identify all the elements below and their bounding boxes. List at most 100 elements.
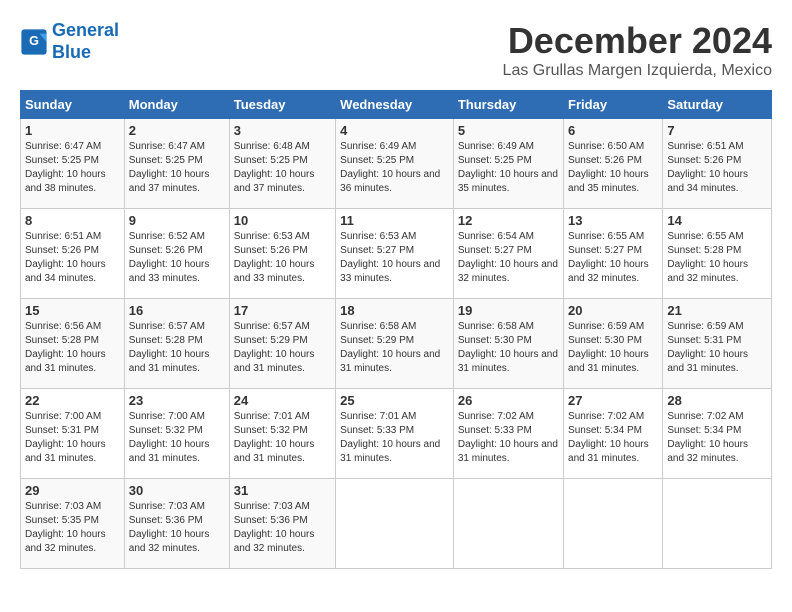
day-info: Sunrise: 7:03 AM Sunset: 5:35 PM Dayligh… [25, 500, 120, 556]
day-info: Sunrise: 6:47 AM Sunset: 5:25 PM Dayligh… [129, 140, 225, 196]
day-info: Sunrise: 6:55 AM Sunset: 5:27 PM Dayligh… [568, 230, 658, 286]
day-number: 19 [458, 303, 559, 318]
day-info: Sunrise: 6:57 AM Sunset: 5:29 PM Dayligh… [234, 320, 331, 376]
day-number: 16 [129, 303, 225, 318]
calendar-cell-1-2: 2 Sunrise: 6:47 AM Sunset: 5:25 PM Dayli… [124, 119, 229, 209]
day-info: Sunrise: 6:51 AM Sunset: 5:26 PM Dayligh… [25, 230, 120, 286]
day-info: Sunrise: 6:59 AM Sunset: 5:30 PM Dayligh… [568, 320, 658, 376]
day-info: Sunrise: 7:02 AM Sunset: 5:33 PM Dayligh… [458, 410, 559, 466]
day-info: Sunrise: 6:58 AM Sunset: 5:29 PM Dayligh… [340, 320, 449, 376]
calendar-cell-5-1: 29 Sunrise: 7:03 AM Sunset: 5:35 PM Dayl… [21, 479, 125, 569]
calendar-cell-5-5 [453, 479, 563, 569]
weekday-header-wednesday: Wednesday [336, 91, 454, 119]
calendar-cell-1-7: 7 Sunrise: 6:51 AM Sunset: 5:26 PM Dayli… [663, 119, 772, 209]
day-info: Sunrise: 6:47 AM Sunset: 5:25 PM Dayligh… [25, 140, 120, 196]
svg-text:G: G [29, 33, 39, 47]
weekday-header-row: SundayMondayTuesdayWednesdayThursdayFrid… [21, 91, 772, 119]
day-info: Sunrise: 7:01 AM Sunset: 5:33 PM Dayligh… [340, 410, 449, 466]
calendar-cell-1-4: 4 Sunrise: 6:49 AM Sunset: 5:25 PM Dayli… [336, 119, 454, 209]
calendar-cell-4-3: 24 Sunrise: 7:01 AM Sunset: 5:32 PM Dayl… [229, 389, 335, 479]
logo-general: General [52, 20, 119, 40]
calendar-cell-4-6: 27 Sunrise: 7:02 AM Sunset: 5:34 PM Dayl… [564, 389, 663, 479]
weekday-header-friday: Friday [564, 91, 663, 119]
day-number: 10 [234, 213, 331, 228]
location-subtitle: Las Grullas Margen Izquierda, Mexico [503, 62, 772, 80]
calendar-cell-2-5: 12 Sunrise: 6:54 AM Sunset: 5:27 PM Dayl… [453, 209, 563, 299]
day-number: 29 [25, 483, 120, 498]
day-number: 15 [25, 303, 120, 318]
calendar-cell-3-4: 18 Sunrise: 6:58 AM Sunset: 5:29 PM Dayl… [336, 299, 454, 389]
day-info: Sunrise: 6:49 AM Sunset: 5:25 PM Dayligh… [340, 140, 449, 196]
day-number: 31 [234, 483, 331, 498]
calendar-cell-1-6: 6 Sunrise: 6:50 AM Sunset: 5:26 PM Dayli… [564, 119, 663, 209]
day-number: 25 [340, 393, 449, 408]
calendar-week-2: 8 Sunrise: 6:51 AM Sunset: 5:26 PM Dayli… [21, 209, 772, 299]
weekday-header-sunday: Sunday [21, 91, 125, 119]
day-number: 17 [234, 303, 331, 318]
day-number: 1 [25, 123, 120, 138]
calendar-cell-3-5: 19 Sunrise: 6:58 AM Sunset: 5:30 PM Dayl… [453, 299, 563, 389]
day-number: 12 [458, 213, 559, 228]
day-info: Sunrise: 6:52 AM Sunset: 5:26 PM Dayligh… [129, 230, 225, 286]
day-info: Sunrise: 6:50 AM Sunset: 5:26 PM Dayligh… [568, 140, 658, 196]
calendar-cell-4-5: 26 Sunrise: 7:02 AM Sunset: 5:33 PM Dayl… [453, 389, 563, 479]
calendar-cell-3-7: 21 Sunrise: 6:59 AM Sunset: 5:31 PM Dayl… [663, 299, 772, 389]
calendar-cell-2-2: 9 Sunrise: 6:52 AM Sunset: 5:26 PM Dayli… [124, 209, 229, 299]
day-number: 2 [129, 123, 225, 138]
logo-blue: Blue [52, 42, 91, 62]
day-number: 7 [667, 123, 767, 138]
day-info: Sunrise: 6:48 AM Sunset: 5:25 PM Dayligh… [234, 140, 331, 196]
calendar-cell-5-3: 31 Sunrise: 7:03 AM Sunset: 5:36 PM Dayl… [229, 479, 335, 569]
calendar-week-3: 15 Sunrise: 6:56 AM Sunset: 5:28 PM Dayl… [21, 299, 772, 389]
day-number: 30 [129, 483, 225, 498]
calendar-cell-1-5: 5 Sunrise: 6:49 AM Sunset: 5:25 PM Dayli… [453, 119, 563, 209]
weekday-header-thursday: Thursday [453, 91, 563, 119]
calendar-cell-2-6: 13 Sunrise: 6:55 AM Sunset: 5:27 PM Dayl… [564, 209, 663, 299]
header: G General Blue December 2024 Las Grullas… [20, 20, 772, 80]
day-number: 3 [234, 123, 331, 138]
day-number: 23 [129, 393, 225, 408]
day-info: Sunrise: 6:56 AM Sunset: 5:28 PM Dayligh… [25, 320, 120, 376]
day-info: Sunrise: 7:01 AM Sunset: 5:32 PM Dayligh… [234, 410, 331, 466]
calendar-cell-4-4: 25 Sunrise: 7:01 AM Sunset: 5:33 PM Dayl… [336, 389, 454, 479]
day-number: 18 [340, 303, 449, 318]
day-number: 21 [667, 303, 767, 318]
calendar-cell-3-3: 17 Sunrise: 6:57 AM Sunset: 5:29 PM Dayl… [229, 299, 335, 389]
day-number: 4 [340, 123, 449, 138]
calendar-cell-5-4 [336, 479, 454, 569]
calendar-cell-5-6 [564, 479, 663, 569]
calendar-cell-4-7: 28 Sunrise: 7:02 AM Sunset: 5:34 PM Dayl… [663, 389, 772, 479]
calendar-cell-5-2: 30 Sunrise: 7:03 AM Sunset: 5:36 PM Dayl… [124, 479, 229, 569]
day-number: 5 [458, 123, 559, 138]
day-number: 22 [25, 393, 120, 408]
weekday-header-monday: Monday [124, 91, 229, 119]
logo-icon: G [20, 28, 48, 56]
day-number: 27 [568, 393, 658, 408]
day-number: 11 [340, 213, 449, 228]
logo: G General Blue [20, 20, 119, 63]
calendar-cell-3-6: 20 Sunrise: 6:59 AM Sunset: 5:30 PM Dayl… [564, 299, 663, 389]
calendar-cell-2-7: 14 Sunrise: 6:55 AM Sunset: 5:28 PM Dayl… [663, 209, 772, 299]
day-number: 24 [234, 393, 331, 408]
day-info: Sunrise: 7:02 AM Sunset: 5:34 PM Dayligh… [568, 410, 658, 466]
day-number: 13 [568, 213, 658, 228]
calendar-table: SundayMondayTuesdayWednesdayThursdayFrid… [20, 90, 772, 569]
day-number: 6 [568, 123, 658, 138]
calendar-week-1: 1 Sunrise: 6:47 AM Sunset: 5:25 PM Dayli… [21, 119, 772, 209]
calendar-cell-2-3: 10 Sunrise: 6:53 AM Sunset: 5:26 PM Dayl… [229, 209, 335, 299]
calendar-cell-2-1: 8 Sunrise: 6:51 AM Sunset: 5:26 PM Dayli… [21, 209, 125, 299]
calendar-cell-4-1: 22 Sunrise: 7:00 AM Sunset: 5:31 PM Dayl… [21, 389, 125, 479]
day-number: 26 [458, 393, 559, 408]
day-number: 14 [667, 213, 767, 228]
day-number: 9 [129, 213, 225, 228]
day-info: Sunrise: 6:51 AM Sunset: 5:26 PM Dayligh… [667, 140, 767, 196]
day-number: 28 [667, 393, 767, 408]
day-info: Sunrise: 6:49 AM Sunset: 5:25 PM Dayligh… [458, 140, 559, 196]
day-info: Sunrise: 7:03 AM Sunset: 5:36 PM Dayligh… [129, 500, 225, 556]
calendar-cell-3-2: 16 Sunrise: 6:57 AM Sunset: 5:28 PM Dayl… [124, 299, 229, 389]
day-info: Sunrise: 7:03 AM Sunset: 5:36 PM Dayligh… [234, 500, 331, 556]
day-info: Sunrise: 6:53 AM Sunset: 5:27 PM Dayligh… [340, 230, 449, 286]
day-info: Sunrise: 6:55 AM Sunset: 5:28 PM Dayligh… [667, 230, 767, 286]
calendar-cell-1-3: 3 Sunrise: 6:48 AM Sunset: 5:25 PM Dayli… [229, 119, 335, 209]
calendar-cell-1-1: 1 Sunrise: 6:47 AM Sunset: 5:25 PM Dayli… [21, 119, 125, 209]
